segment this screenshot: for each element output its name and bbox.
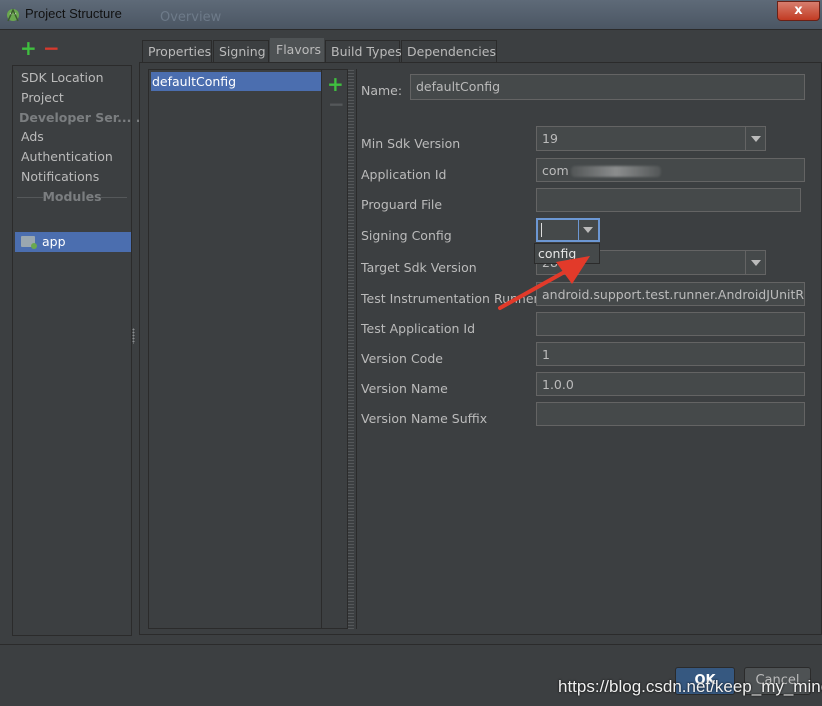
watermark-text: https://blog.csdn.net/keep_my_mine bbox=[558, 677, 822, 696]
annotation-arrow-icon bbox=[498, 256, 590, 310]
